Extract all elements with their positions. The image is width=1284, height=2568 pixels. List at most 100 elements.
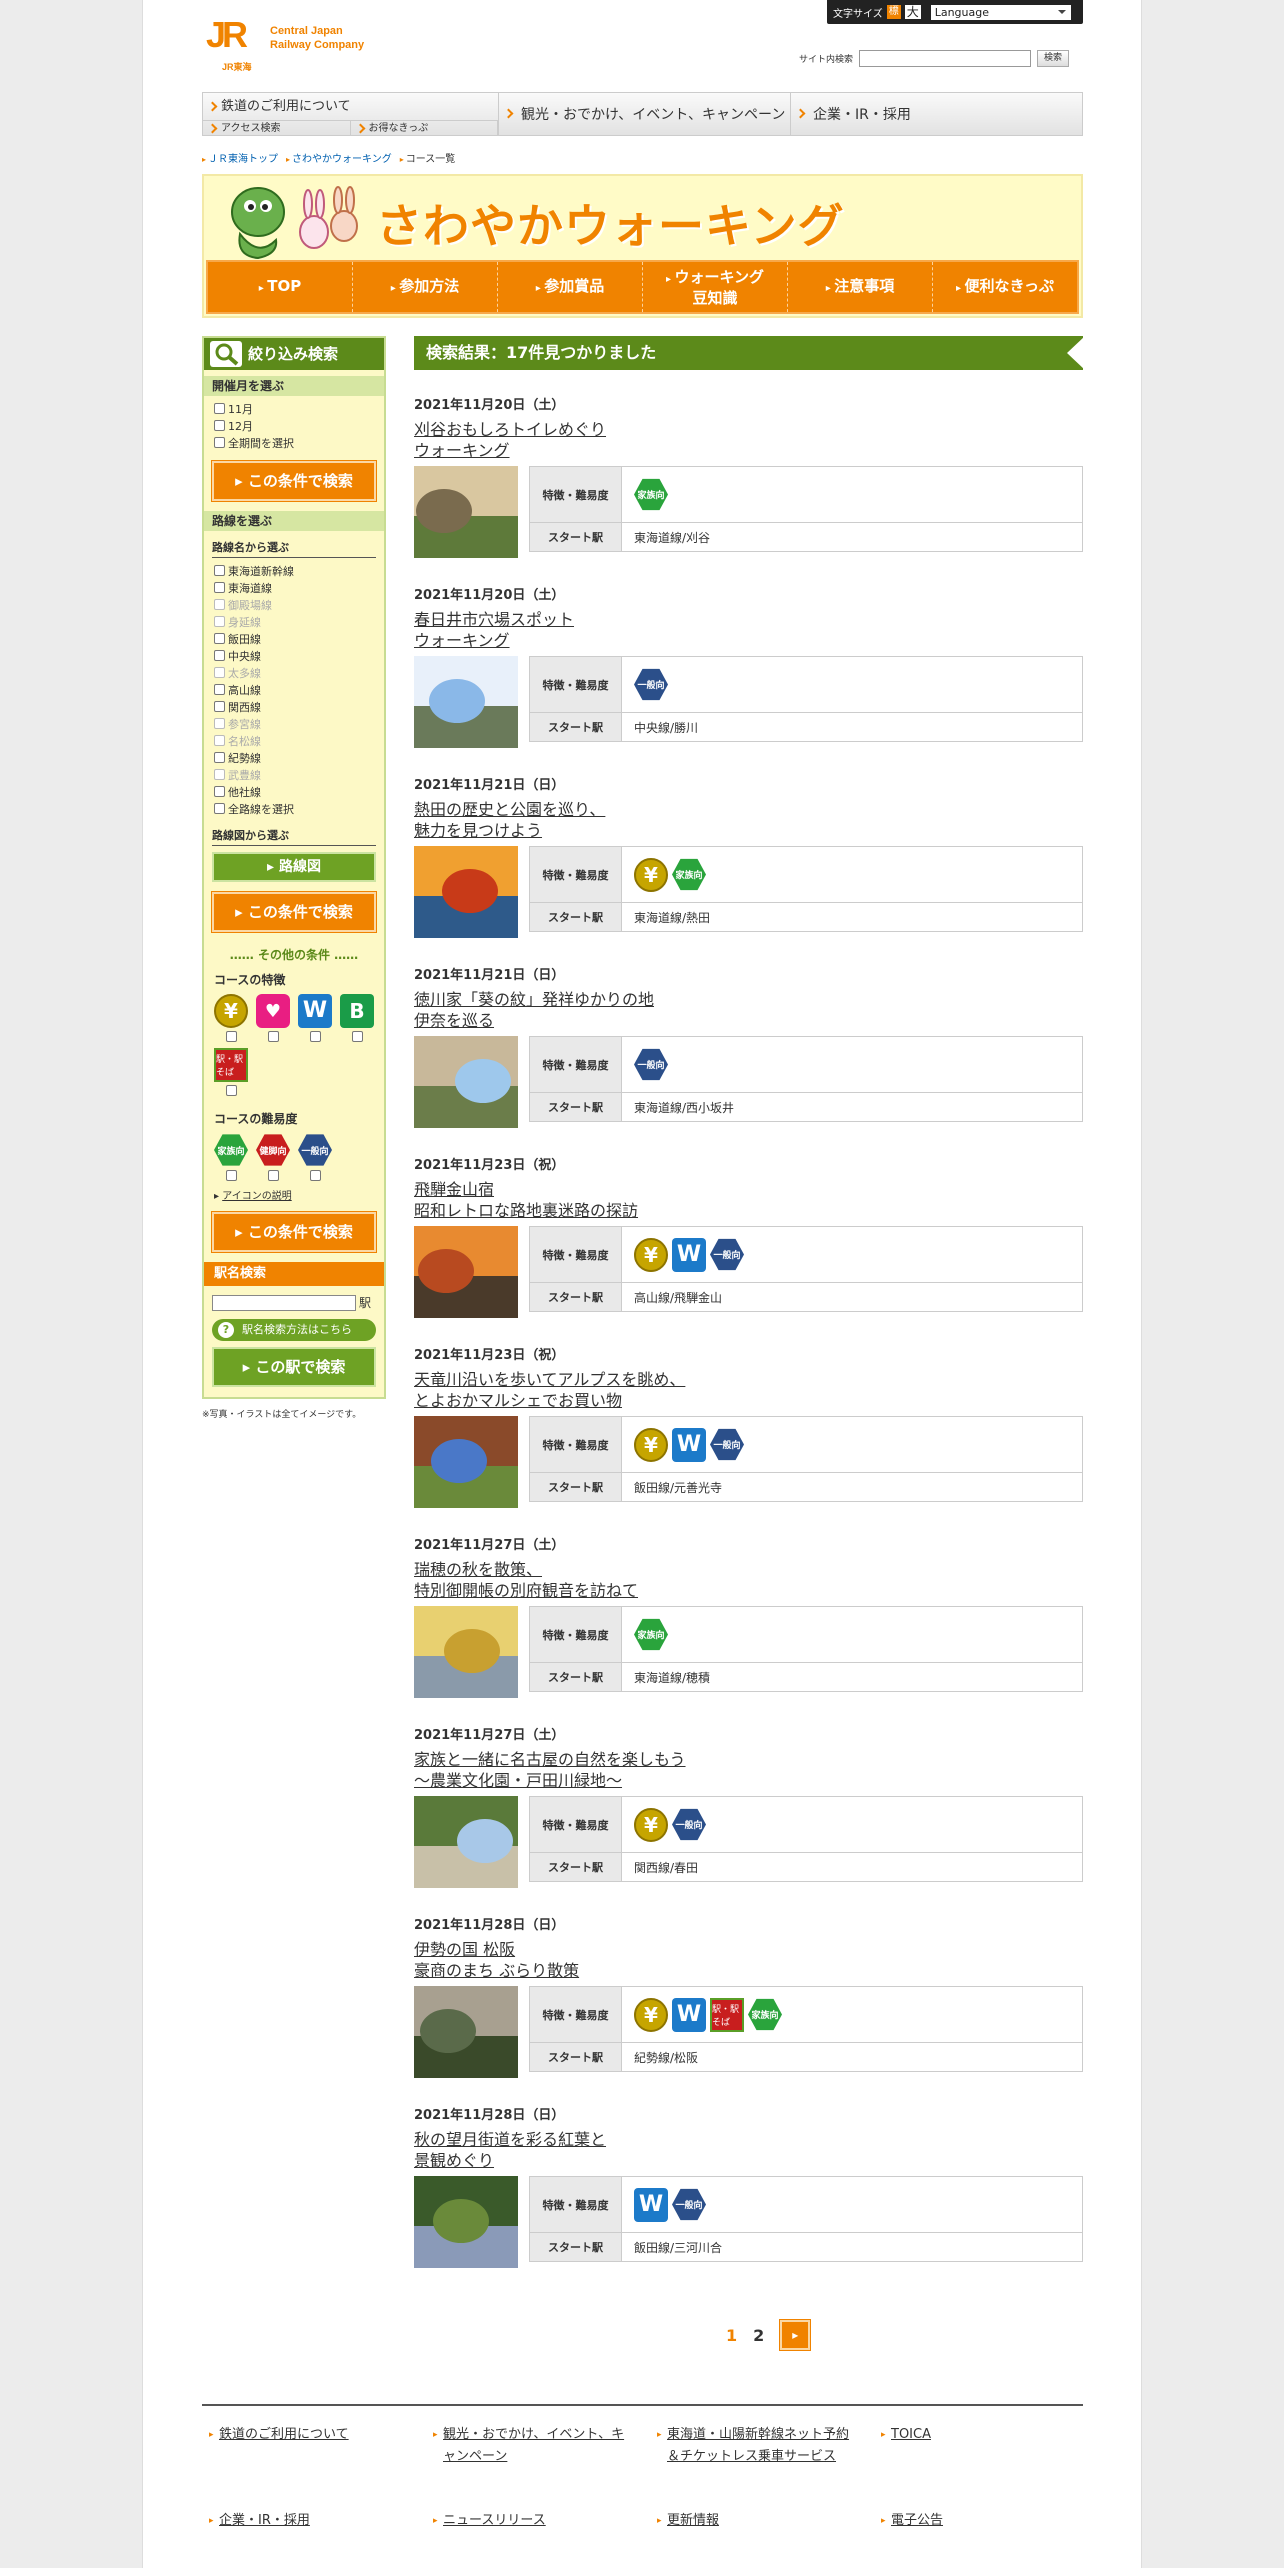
course-photo[interactable] xyxy=(414,1796,518,1888)
feature-header: 特徴・難易度 xyxy=(530,1607,622,1662)
checkbox[interactable] xyxy=(214,582,225,593)
walking-nav-trivia[interactable]: ウォーキング 豆知識 xyxy=(643,262,788,312)
course-title-link[interactable]: 伊勢の国 松阪 豪商のまち ぶらり散策 xyxy=(414,1939,1083,1981)
checkbox[interactable] xyxy=(214,650,225,661)
line-checkbox-item[interactable]: 東海道線 xyxy=(204,579,384,596)
eki-soba-icon: 駅・駅そば xyxy=(214,1048,248,1082)
course-photo[interactable] xyxy=(414,466,518,558)
walking-nav-how-to-join[interactable]: 参加方法 xyxy=(353,262,498,312)
course-photo[interactable] xyxy=(414,656,518,748)
checkbox[interactable] xyxy=(214,701,225,712)
line-checkbox-item[interactable]: 紀勢線 xyxy=(204,749,384,766)
course-title-link[interactable]: 飛騨金山宿 昭和レトロな路地裏迷路の探訪 xyxy=(414,1179,1083,1221)
walking-nav-prizes[interactable]: 参加賞品 xyxy=(498,262,643,312)
jr-central-logo[interactable]: JR JR東海 Central Japan Railway Company xyxy=(206,17,386,73)
difficulty-checkbox-healthy[interactable] xyxy=(267,1170,279,1181)
course-title-link[interactable]: 瑞穂の秋を散策、 特別御開帳の別府観音を訪ねて xyxy=(414,1559,1083,1601)
gnav-rail-main[interactable]: 鉄道のご利用について xyxy=(203,93,498,121)
checkbox[interactable] xyxy=(214,403,225,414)
gnav-access-search[interactable]: アクセス検索 xyxy=(203,121,351,136)
feature-checkbox-b[interactable] xyxy=(351,1031,363,1042)
font-small-button[interactable]: 標 xyxy=(886,5,901,19)
line-checkbox-item[interactable]: 中央線 xyxy=(204,647,384,664)
course-title-link[interactable]: 秋の望月街道を彩る紅葉と 景観めぐり xyxy=(414,2129,1083,2171)
difficulty-checkbox-general[interactable] xyxy=(309,1170,321,1181)
feature-checkbox-heart[interactable] xyxy=(267,1031,279,1042)
footer-link[interactable]: 更新情報 xyxy=(657,2510,857,2532)
line-checkbox-item[interactable]: 東海道新幹線 xyxy=(204,562,384,579)
search-by-line-button[interactable]: ▸ この条件で検索 xyxy=(212,892,376,932)
gnav-tourism[interactable]: 観光・おでかけ、イベント、キャンペーン xyxy=(499,93,791,135)
checkbox[interactable] xyxy=(214,684,225,695)
course-feature-icons: 家族向 xyxy=(622,467,1082,522)
site-search-input[interactable] xyxy=(859,50,1032,67)
feature-checkbox-eki[interactable] xyxy=(225,1085,237,1096)
site-search-label: サイト内検索 xyxy=(799,55,854,65)
month-checkbox-dec[interactable]: 12月 xyxy=(204,417,384,434)
feature-checkbox-w[interactable] xyxy=(309,1031,321,1042)
search-by-feature-button[interactable]: ▸ この条件で検索 xyxy=(212,1212,376,1252)
search-by-station-button[interactable]: ▸ この駅で検索 xyxy=(212,1347,376,1387)
route-map-button[interactable]: ▸ 路線図 xyxy=(212,852,376,882)
course-photo[interactable] xyxy=(414,846,518,938)
course-title-link[interactable]: 徳川家「葵の紋」発祥ゆかりの地 伊奈を巡る xyxy=(414,989,1083,1031)
footer-link[interactable]: TOICA xyxy=(881,2424,1061,2446)
footer-link[interactable]: ニュースリリース xyxy=(433,2510,633,2532)
course-title-link[interactable]: 春日井市穴場スポット ウォーキング xyxy=(414,609,1083,651)
feature-checkbox-yen[interactable] xyxy=(225,1031,237,1042)
month-checkbox-all[interactable]: 全期間を選択 xyxy=(204,434,384,451)
course-photo[interactable] xyxy=(414,2176,518,2268)
course-title-link[interactable]: 熱田の歴史と公園を巡り、 魅力を見つけよう xyxy=(414,799,1083,841)
station-input[interactable] xyxy=(212,1294,356,1311)
walking-nav-notes[interactable]: 注意事項 xyxy=(788,262,933,312)
course-title-link[interactable]: 天竜川沿いを歩いてアルプスを眺め、 とよおかマルシェでお買い物 xyxy=(414,1369,1083,1411)
month-checkbox-nov[interactable]: 11月 xyxy=(204,400,384,417)
yen-icon: ¥ xyxy=(634,1997,668,2032)
checkbox[interactable] xyxy=(214,786,225,797)
course-photo[interactable] xyxy=(414,1226,518,1318)
course-photo[interactable] xyxy=(414,1606,518,1698)
language-select[interactable]: Language xyxy=(930,4,1071,20)
footer-link[interactable]: 観光・おでかけ、イベント、キャンペーン xyxy=(433,2424,633,2468)
course-title-link[interactable]: 家族と一緒に名古屋の自然を楽しもう ～農業文化園・戸田川緑地～ xyxy=(414,1749,1083,1791)
checkbox[interactable] xyxy=(214,565,225,576)
line-checkbox-item[interactable]: 他社線 xyxy=(204,783,384,800)
course-feature-icons: W 一般向 xyxy=(622,2177,1082,2232)
difficulty-checkbox-family[interactable] xyxy=(225,1170,237,1181)
checkbox[interactable] xyxy=(214,420,225,431)
line-checkbox-item[interactable]: 高山線 xyxy=(204,681,384,698)
w-point-icon: W xyxy=(298,994,332,1028)
breadcrumb-link-walking[interactable]: さわやかウォーキング xyxy=(292,154,392,165)
course-date: 2021年11月28日（日） xyxy=(414,2108,565,2123)
footer-link[interactable]: 企業・IR・採用 xyxy=(209,2510,409,2532)
line-checkbox-item[interactable]: 飯田線 xyxy=(204,630,384,647)
checkbox[interactable] xyxy=(214,437,225,448)
course-title-link[interactable]: 刈谷おもしろトイレめぐり ウォーキング xyxy=(414,419,1083,461)
search-by-month-button[interactable]: ▸ この条件で検索 xyxy=(212,461,376,501)
footer-link[interactable]: 電子公告 xyxy=(881,2510,1061,2532)
line-checkbox-item[interactable]: 関西線 xyxy=(204,698,384,715)
gnav-corporate[interactable]: 企業・IR・採用 xyxy=(791,93,1082,135)
course-photo[interactable] xyxy=(414,1416,518,1508)
course-photo[interactable] xyxy=(414,1986,518,2078)
breadcrumb-item: さわやかウォーキング xyxy=(286,150,392,165)
font-large-button[interactable]: 大 xyxy=(904,5,921,19)
site-search-button[interactable]: 検索 xyxy=(1037,50,1070,67)
checkbox[interactable] xyxy=(214,752,225,763)
line-checkbox-item: 名松線 xyxy=(204,732,384,749)
page-2-link[interactable]: 2 xyxy=(753,2326,764,2345)
next-page-button[interactable]: ▸ xyxy=(780,2320,811,2350)
breadcrumb-link-top[interactable]: ＪＲ東海トップ xyxy=(208,154,278,165)
walking-nav-tickets[interactable]: 便利なきっぷ xyxy=(933,262,1077,312)
checkbox[interactable] xyxy=(214,803,225,814)
gnav-discount-tickets[interactable]: お得なきっぷ xyxy=(351,121,498,136)
icon-legend-link[interactable]: アイコンの説明 xyxy=(222,1191,292,1202)
course-photo[interactable] xyxy=(414,1036,518,1128)
footer-link[interactable]: 鉄道のご利用について xyxy=(209,2424,409,2446)
line-checkbox-item[interactable]: 全路線を選択 xyxy=(204,800,384,817)
checkbox[interactable] xyxy=(214,633,225,644)
walking-nav-top[interactable]: TOP xyxy=(208,262,353,312)
station-help-button[interactable]: 駅名検索方法はこちら xyxy=(212,1319,376,1341)
footer-link[interactable]: 東海道・山陽新幹線ネット予約＆チケットレス乗車サービス xyxy=(657,2424,857,2468)
results-header: 検索結果：17件見つかりました xyxy=(414,336,1085,370)
